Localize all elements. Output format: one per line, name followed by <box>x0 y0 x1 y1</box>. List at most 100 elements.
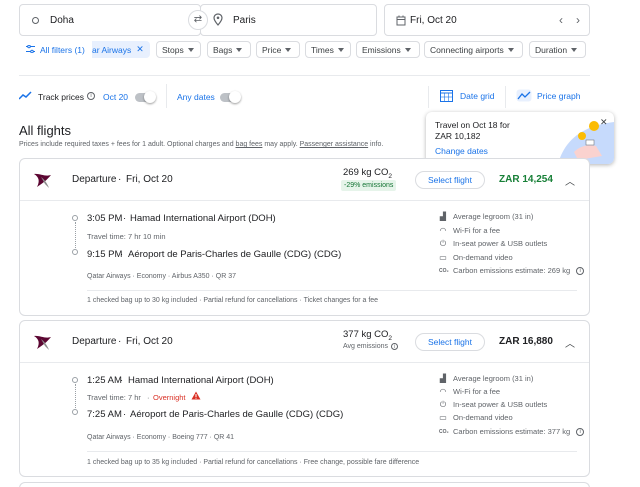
amenity-label: Wi-Fi for a fee <box>453 226 501 235</box>
price-graph-button[interactable]: Price graph <box>505 86 590 108</box>
tooltip-line-1: Travel on Oct 18 for <box>435 120 510 130</box>
info-icon[interactable]: i <box>576 427 585 436</box>
info-icon[interactable]: i <box>576 266 585 275</box>
overnight-label: Overnight <box>153 393 186 402</box>
connecting-airports-filter[interactable]: Connecting airports <box>424 41 523 58</box>
amenity-wifi: ◠ Wi-Fi for a fee <box>439 387 501 396</box>
origin-field[interactable]: Doha <box>19 4 201 36</box>
emissions-label: Emissions <box>362 44 401 55</box>
emissions-text: 377 kg CO <box>343 329 389 340</box>
flight-card: Departure · Fri, Oct 20 269 kg CO2 -29% … <box>19 158 590 316</box>
emissions-value: 377 kg CO2 <box>343 329 392 342</box>
emissions-filter[interactable]: Emissions <box>356 41 420 58</box>
emissions-value: 269 kg CO2 <box>343 167 392 180</box>
flight-details: Qatar Airways · Economy · Boeing 777 · Q… <box>87 434 235 441</box>
change-dates-link[interactable]: Change dates <box>435 146 488 156</box>
origin-value: Doha <box>50 15 74 26</box>
select-flight-button[interactable]: Select flight <box>415 333 485 351</box>
tooltip-line-2: ZAR 10,182 <box>435 131 481 141</box>
price-filter[interactable]: Price <box>256 41 300 58</box>
info-icon[interactable]: i <box>391 343 399 350</box>
airline-filter-label: ar Airways <box>92 44 132 55</box>
next-date-chevron-icon[interactable]: › <box>576 13 580 27</box>
chevron-down-icon <box>337 47 344 52</box>
all-filters-button[interactable]: All filters (1) <box>26 41 85 58</box>
bag-fees-link[interactable]: bag fees <box>236 141 263 148</box>
filter-sliders-icon <box>26 44 35 55</box>
separator: · <box>123 409 127 420</box>
note-text: Prices include required taxes + fees for… <box>19 141 236 148</box>
date-grid-label: Date grid <box>460 91 495 101</box>
stops-filter[interactable]: Stops <box>156 41 201 58</box>
any-dates-toggle[interactable] <box>220 91 241 103</box>
arrival-time: 9:15 PM <box>87 249 123 260</box>
duration-filter[interactable]: Duration <box>529 41 586 58</box>
note-text: info. <box>368 141 384 148</box>
arrival-dot <box>72 409 78 415</box>
flight-card: Departure · Fri, Oct 20 377 kg CO2 Avg e… <box>19 320 590 477</box>
travel-time: Travel time: 7 hr 10 min <box>87 232 166 241</box>
separator: · <box>118 336 122 347</box>
flight-card-header[interactable]: Departure · Fri, Oct 20 377 kg CO2 Avg e… <box>20 321 589 363</box>
times-filter[interactable]: Times <box>305 41 351 58</box>
co2-icon: CO₂ <box>439 267 449 274</box>
swap-icon[interactable]: ⇄ <box>188 10 208 30</box>
seat-icon: ▟ <box>439 211 447 221</box>
amenity-label: Average legroom (31 in) <box>453 212 534 221</box>
date-field[interactable]: Fri, Oct 20 ‹ › <box>384 4 590 36</box>
destination-field[interactable]: Paris <box>200 4 377 36</box>
emissions-badge: -29% emissions <box>341 180 397 191</box>
flight-card-header[interactable]: Departure · Fri, Oct 20 269 kg CO2 -29% … <box>20 159 589 201</box>
stops-label: Stops <box>162 44 184 55</box>
previous-date-chevron-icon[interactable]: ‹ <box>559 13 563 27</box>
chevron-down-icon <box>507 47 514 52</box>
arrival-airport: Aéroport de Paris-Charles de Gaulle (CDG… <box>130 409 344 420</box>
collapse-chevron-icon[interactable]: ︿ <box>565 173 575 188</box>
departure-time: 1:25 AM <box>87 375 122 386</box>
destination-value: Paris <box>233 15 256 26</box>
chevron-down-icon <box>285 47 292 52</box>
wifi-icon: ◠ <box>439 225 447 235</box>
location-pin-icon <box>213 13 223 29</box>
bags-filter[interactable]: Bags <box>207 41 251 58</box>
arrival-dot <box>72 249 78 255</box>
departure-airport: Hamad International Airport (DOH) <box>130 213 276 224</box>
chevron-down-icon <box>187 47 194 52</box>
bags-label: Bags <box>213 44 233 55</box>
warning-icon <box>191 391 201 402</box>
passenger-assistance-link[interactable]: Passenger assistance <box>300 141 368 148</box>
emissions-badge: Avg emissions i <box>343 343 399 350</box>
origin-circle-icon <box>32 17 39 24</box>
flight-price: ZAR 16,880 <box>499 336 553 347</box>
divider <box>19 75 590 76</box>
airline-filter-chip[interactable]: ar Airways ✕ <box>92 41 150 58</box>
close-icon[interactable]: ✕ <box>600 117 608 128</box>
any-dates-label: Any dates <box>177 92 215 102</box>
travel-time: Travel time: 7 hr <box>87 393 141 402</box>
flight-card <box>19 482 590 487</box>
flight-price: ZAR 14,254 <box>499 174 553 185</box>
trend-icon <box>18 91 32 102</box>
amenity-label: In-seat power & USB outlets <box>453 239 548 248</box>
price-label: Price <box>262 44 282 55</box>
amenity-emissions: CO₂ Carbon emissions estimate: 269 kg i <box>439 266 585 275</box>
separator: · <box>120 375 124 386</box>
track-prices-toggle[interactable] <box>135 91 156 103</box>
date-grid-button[interactable]: Date grid <box>428 86 501 108</box>
arrival-airport: Aéroport de Paris-Charles de Gaulle (CDG… <box>128 249 342 260</box>
price-graph-icon <box>516 89 532 104</box>
chevron-down-icon <box>571 47 578 52</box>
select-flight-button[interactable]: Select flight <box>415 171 485 189</box>
close-icon[interactable]: ✕ <box>136 44 144 55</box>
departure-label: Departure <box>72 336 117 347</box>
power-plug-icon: ⏻ <box>439 399 447 409</box>
departure-date: Fri, Oct 20 <box>126 336 173 347</box>
vertical-divider <box>166 84 167 108</box>
info-icon[interactable]: i <box>87 92 95 100</box>
amenity-label: On-demand video <box>453 253 513 262</box>
amenity-legroom: ▟ Average legroom (31 in) <box>439 212 533 221</box>
connecting-airports-label: Connecting airports <box>430 44 504 55</box>
collapse-chevron-icon[interactable]: ︿ <box>565 335 575 350</box>
separator: · <box>118 174 122 185</box>
amenity-legroom: ▟ Average legroom (31 in) <box>439 374 533 383</box>
